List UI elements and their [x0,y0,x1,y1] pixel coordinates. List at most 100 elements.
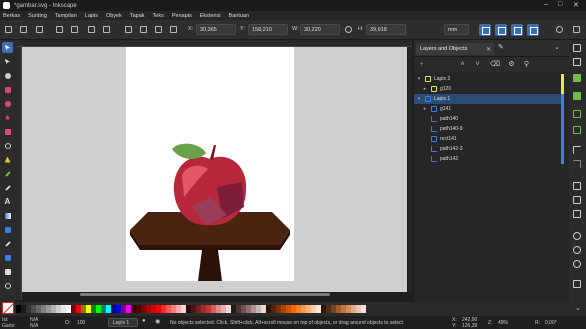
open-file-icon[interactable] [573,58,581,66]
transform-patterns-button[interactable] [527,24,539,36]
transform-gradients-button[interactable] [511,24,523,36]
menu-tampilan[interactable]: Tampilan [55,13,77,19]
deselect-icon[interactable] [36,26,43,33]
x-field[interactable]: 30,365 [196,24,236,35]
menu-penapis[interactable]: Penapis [172,13,192,19]
group-row[interactable]: ▸ g141 [414,104,564,114]
delete-icon[interactable]: ⌫ [490,61,500,68]
collapse-arrow-icon[interactable]: ▸ [422,106,428,112]
object-row[interactable]: path142 [414,154,564,164]
no-paint-swatch[interactable] [2,302,14,314]
rotation-value[interactable]: 0,00° [545,320,557,326]
menu-berkas[interactable]: Berkas [3,13,20,19]
vertical-scrollbar[interactable] [408,47,412,292]
horizontal-scrollbar[interactable] [80,293,330,296]
spiral-tool[interactable] [2,140,13,151]
paste-icon[interactable] [573,210,581,218]
select-all-icon[interactable] [5,26,12,33]
unit-select[interactable]: mm [444,24,469,35]
menu-ekstensi[interactable]: Ekstensi [200,13,221,19]
move-down-icon[interactable]: ˅ [474,61,481,68]
select-all-layers-icon[interactable] [20,26,27,33]
object-row[interactable]: path142-3 [414,144,564,154]
menu-lapis[interactable]: Lapis [85,13,98,19]
tweak-tool[interactable] [2,70,13,81]
calligraphy-tool[interactable] [2,182,13,193]
paint-bucket-tool[interactable] [2,252,13,263]
lower-to-bottom-icon[interactable] [170,26,177,33]
redo-icon[interactable] [573,160,581,168]
star-tool[interactable] [2,112,13,123]
copy-icon[interactable] [573,182,581,190]
import-icon[interactable] [573,110,581,118]
move-up-icon[interactable]: ˄ [459,61,466,68]
current-layer-select[interactable]: Lapis 1 [108,318,138,327]
dropper-tool[interactable] [2,238,13,249]
panel-menu-icon[interactable]: ⌄ [554,43,560,51]
selector-tool[interactable] [2,42,13,53]
palette-menu-icon[interactable]: ⌄ [575,304,581,312]
menu-tapak[interactable]: Tapak [130,13,145,19]
rotate-cw-icon[interactable] [71,26,78,33]
zoom-drawing-icon[interactable] [573,246,581,254]
minimize-icon[interactable]: – [544,1,548,8]
ellipse-tool[interactable] [2,98,13,109]
lock-ratio-icon[interactable] [345,26,352,33]
lower-icon[interactable] [155,26,162,33]
zoom-value[interactable]: 49% [498,320,508,326]
pencil-tool[interactable] [2,168,13,179]
node-tool[interactable] [2,56,13,67]
mesh-tool[interactable] [2,224,13,235]
rotate-ccw-icon[interactable] [56,26,63,33]
maximize-icon[interactable]: □ [558,1,562,8]
rectangle-tool[interactable] [2,84,13,95]
text-tool[interactable]: A [2,196,13,207]
layer-row-selected[interactable]: ▾ Lapis 1 [414,94,564,104]
expand-arrow-icon[interactable]: ▾ [416,76,422,82]
object-row[interactable]: path140 [414,114,564,124]
search-icon[interactable]: ⚲ [523,61,530,68]
tab-layers-objects[interactable]: Layers and Objects ✕ [416,43,494,55]
y-field[interactable]: 158,210 [248,24,288,35]
color-swatch[interactable] [361,305,366,313]
new-document-icon[interactable] [573,44,581,52]
opacity-value[interactable]: 100 [77,320,85,326]
object-row[interactable]: path140-9 [414,124,564,134]
hide-layer-icon[interactable]: ◉ [155,318,160,325]
menu-bantuan[interactable]: Bantuan [229,13,250,19]
pen-tool[interactable] [2,154,13,165]
lock-layer-icon[interactable]: ● [142,318,146,324]
close-icon[interactable]: ✕ [573,1,579,9]
export-icon[interactable] [573,126,581,134]
flip-vertical-icon[interactable] [103,26,110,33]
settings-icon[interactable]: ⚙ [508,61,515,68]
object-row[interactable]: rect141 [414,134,564,144]
print-icon[interactable] [573,92,581,100]
raise-icon[interactable] [140,26,147,33]
group-row[interactable]: ▸ g120 [414,84,564,94]
expand-arrow-icon[interactable]: ▾ [416,96,422,102]
save-icon[interactable] [573,74,581,82]
collapse-arrow-icon[interactable]: ▸ [422,86,428,92]
raise-to-top-icon[interactable] [125,26,132,33]
commands-toggle-icon[interactable] [573,26,580,33]
w-field[interactable]: 30,220 [300,24,340,35]
zoom-page-icon[interactable] [573,260,581,268]
scale-stroke-button[interactable] [479,24,491,36]
menu-teks[interactable]: Teks [153,13,164,19]
menu-sunting[interactable]: Sunting [28,13,47,19]
tab-close-icon[interactable]: ✕ [486,46,491,53]
cut-icon[interactable] [573,196,581,204]
eraser-tool[interactable] [2,266,13,277]
add-layer-icon[interactable]: + [418,61,425,68]
undo-icon[interactable] [573,146,581,154]
scale-corners-button[interactable] [495,24,507,36]
pen-tab-icon[interactable]: ✎ [498,43,504,51]
menu-obyek[interactable]: Obyek [106,13,122,19]
3d-box-tool[interactable] [2,126,13,137]
canvas[interactable] [22,47,407,292]
zoom-tool[interactable] [2,280,13,291]
snap-icon[interactable] [556,26,563,33]
layer-row[interactable]: ▾ Lapis 2 [414,74,564,84]
group-objects-icon[interactable] [573,280,581,288]
